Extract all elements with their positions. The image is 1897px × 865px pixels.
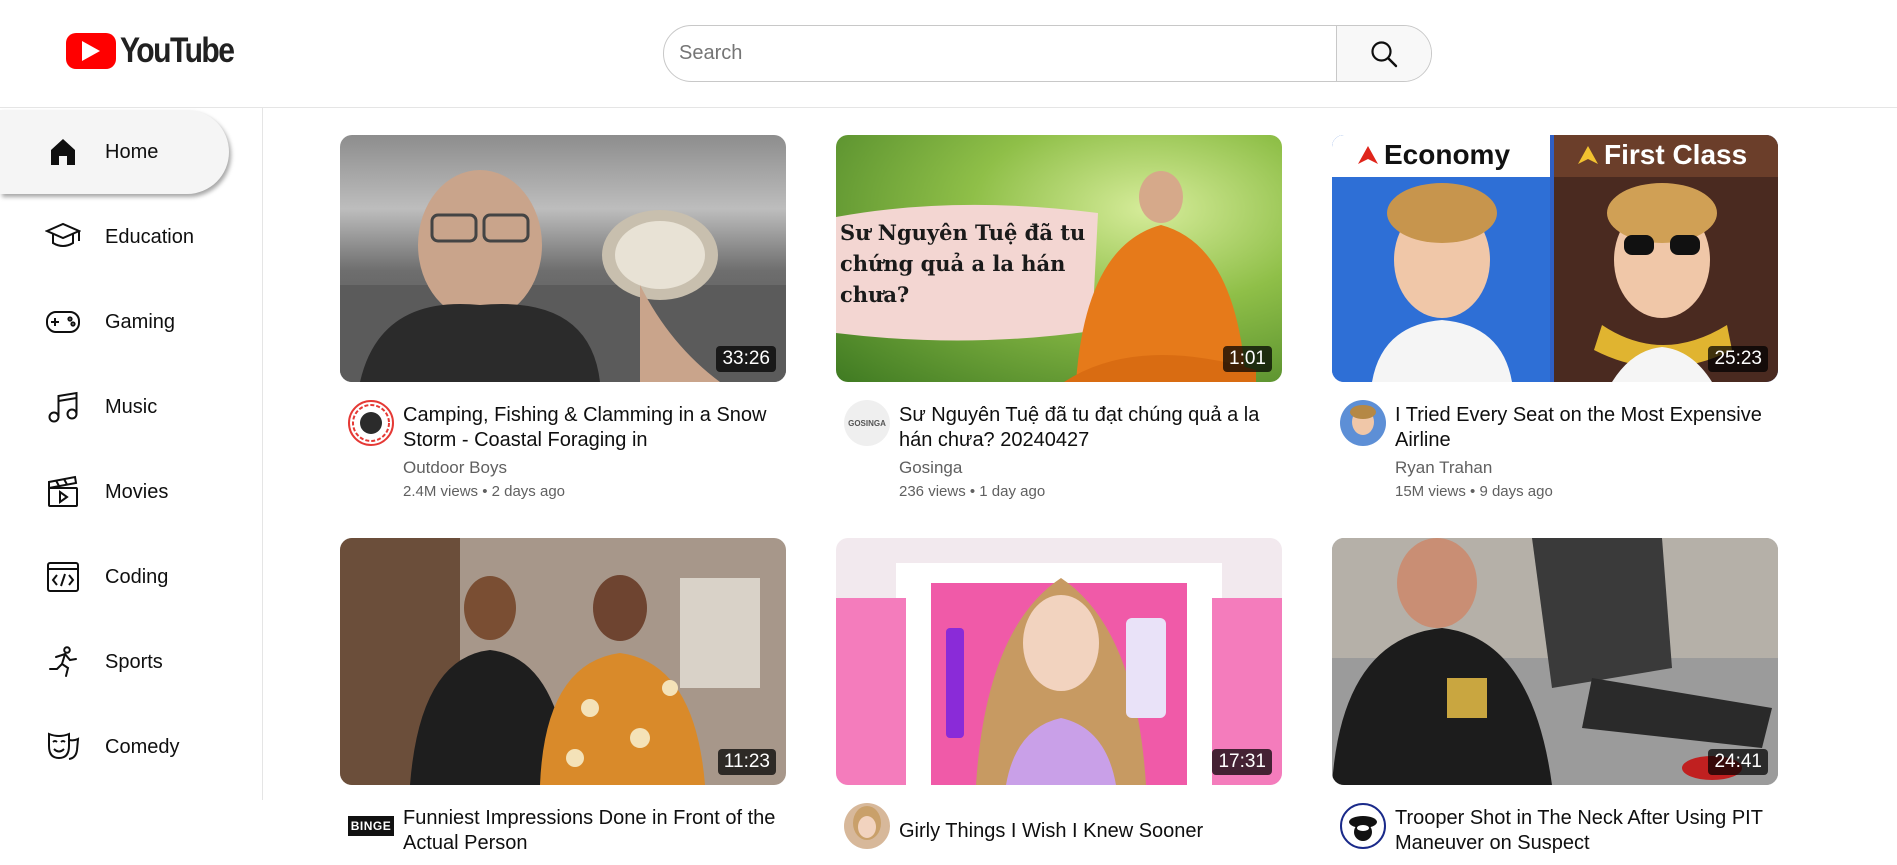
duration-badge: 1:01 bbox=[1223, 346, 1272, 372]
thumbnail-caption-left: Economy bbox=[1358, 139, 1510, 171]
channel-avatar-text: GOSINGA bbox=[848, 418, 886, 428]
duration-badge: 33:26 bbox=[716, 346, 776, 372]
channel-name[interactable]: Gosinga bbox=[899, 458, 962, 478]
video-card[interactable]: 24:41 Trooper Shot in The Neck After Usi… bbox=[1332, 538, 1778, 854]
sidebar-item-gaming[interactable]: Gaming bbox=[0, 280, 229, 364]
sidebar-item-education[interactable]: Education bbox=[0, 195, 229, 279]
video-metadata: 15M views • 9 days ago bbox=[1395, 483, 1553, 500]
sidebar-item-music[interactable]: Music bbox=[0, 365, 229, 449]
sidebar-item-coding[interactable]: Coding bbox=[0, 535, 229, 619]
channel-avatar[interactable] bbox=[844, 803, 890, 849]
sidebar-item-home[interactable]: Home bbox=[0, 110, 229, 194]
video-title[interactable]: Trooper Shot in The Neck After Using PIT… bbox=[1395, 806, 1770, 856]
sidebar-item-comedy[interactable]: Comedy bbox=[0, 705, 229, 789]
duration-badge: 11:23 bbox=[717, 749, 776, 775]
thumbnail-caption-economy: Economy bbox=[1384, 139, 1511, 170]
channel-avatar[interactable] bbox=[348, 400, 394, 446]
channel-avatar-text: BINGE bbox=[348, 816, 394, 836]
search-button[interactable] bbox=[1336, 26, 1431, 81]
sidebar-item-label: Movies bbox=[105, 480, 169, 503]
thumbnail-scene bbox=[836, 538, 1282, 785]
video-card[interactable]: 17:31 Girly Things I Wish I Knew Sooner bbox=[836, 538, 1282, 849]
airline-logo-icon bbox=[1578, 146, 1598, 164]
gamepad-icon bbox=[44, 303, 82, 341]
video-card[interactable]: Economy First Class 25:23 I Tried Every … bbox=[1332, 135, 1778, 500]
code-window-icon bbox=[44, 558, 82, 596]
video-thumbnail[interactable]: 24:41 bbox=[1332, 538, 1778, 785]
video-card[interactable]: Sư Nguyên Tuệ đã tu chứng quả a la hán c… bbox=[836, 135, 1282, 500]
video-thumbnail[interactable]: 33:26 bbox=[340, 135, 786, 382]
sidebar-item-sports[interactable]: Sports bbox=[0, 620, 229, 704]
video-title[interactable]: I Tried Every Seat on the Most Expensive… bbox=[1395, 403, 1770, 453]
sidebar-item-label: Gaming bbox=[105, 310, 176, 333]
video-card[interactable]: 11:23 BINGE Funniest Impressions Done in… bbox=[340, 538, 786, 854]
logo-text: YouTube bbox=[120, 31, 235, 70]
sidebar-item-label: Home bbox=[105, 140, 159, 163]
thumbnail-scene bbox=[1332, 135, 1778, 382]
music-note-icon bbox=[44, 388, 82, 426]
graduation-cap-icon bbox=[44, 218, 82, 256]
sidebar-item-movies[interactable]: Movies bbox=[0, 450, 229, 534]
sidebar-item-label: Education bbox=[105, 225, 194, 248]
video-title[interactable]: Funniest Impressions Done in Front of th… bbox=[403, 806, 778, 856]
comedy-mask-icon bbox=[44, 728, 82, 766]
sidebar: Home Education Gaming Music Movies Codin… bbox=[0, 108, 263, 800]
channel-avatar[interactable] bbox=[1340, 400, 1386, 446]
thumbnail-scene bbox=[340, 135, 786, 382]
video-metadata: 236 views • 1 day ago bbox=[899, 483, 1046, 500]
masthead: YouTube bbox=[0, 0, 1897, 108]
video-title[interactable]: Girly Things I Wish I Knew Sooner bbox=[899, 819, 1274, 844]
video-thumbnail[interactable]: Sư Nguyên Tuệ đã tu chứng quả a la hán c… bbox=[836, 135, 1282, 382]
thumbnail-caption: Sư Nguyên Tuệ đã tu chứng quả a la hán c… bbox=[840, 220, 1086, 307]
video-title[interactable]: Camping, Fishing & Clamming in a Snow St… bbox=[403, 403, 778, 453]
sidebar-item-label: Comedy bbox=[105, 735, 180, 758]
channel-avatar[interactable]: GOSINGA bbox=[844, 400, 890, 446]
sidebar-item-label: Coding bbox=[105, 565, 169, 588]
duration-badge: 24:41 bbox=[1708, 749, 1768, 775]
video-metadata: 2.4M views • 2 days ago bbox=[403, 483, 565, 500]
sidebar-item-label: Music bbox=[105, 395, 158, 418]
play-logo-icon bbox=[66, 33, 116, 69]
channel-avatar[interactable]: BINGE bbox=[348, 803, 394, 849]
clapperboard-icon bbox=[44, 473, 82, 511]
search-bar bbox=[663, 25, 1432, 82]
airline-logo-icon bbox=[1358, 146, 1378, 164]
thumbnail-scene bbox=[340, 538, 786, 785]
youtube-logo[interactable]: YouTube bbox=[66, 31, 252, 71]
runner-icon bbox=[44, 643, 82, 681]
sidebar-item-label: Sports bbox=[105, 650, 163, 673]
video-thumbnail[interactable]: Economy First Class 25:23 bbox=[1332, 135, 1778, 382]
search-input[interactable] bbox=[664, 26, 1336, 81]
duration-badge: 25:23 bbox=[1708, 346, 1768, 372]
home-icon bbox=[44, 133, 82, 171]
video-thumbnail[interactable]: 11:23 bbox=[340, 538, 786, 785]
search-icon bbox=[1371, 40, 1398, 67]
channel-name[interactable]: Outdoor Boys bbox=[403, 458, 507, 478]
video-thumbnail[interactable]: 17:31 bbox=[836, 538, 1282, 785]
thumbnail-caption-right: First Class bbox=[1578, 139, 1747, 171]
video-title[interactable]: Sư Nguyên Tuệ đã tu đạt chúng quả a la h… bbox=[899, 403, 1274, 453]
duration-badge: 17:31 bbox=[1212, 749, 1272, 775]
video-card[interactable]: 33:26 Camping, Fishing & Clamming in a S… bbox=[340, 135, 786, 500]
thumbnail-caption-first-class: First Class bbox=[1604, 139, 1748, 170]
channel-name[interactable]: Ryan Trahan bbox=[1395, 458, 1492, 478]
thumbnail-scene bbox=[1332, 538, 1778, 785]
channel-avatar[interactable] bbox=[1340, 803, 1386, 849]
